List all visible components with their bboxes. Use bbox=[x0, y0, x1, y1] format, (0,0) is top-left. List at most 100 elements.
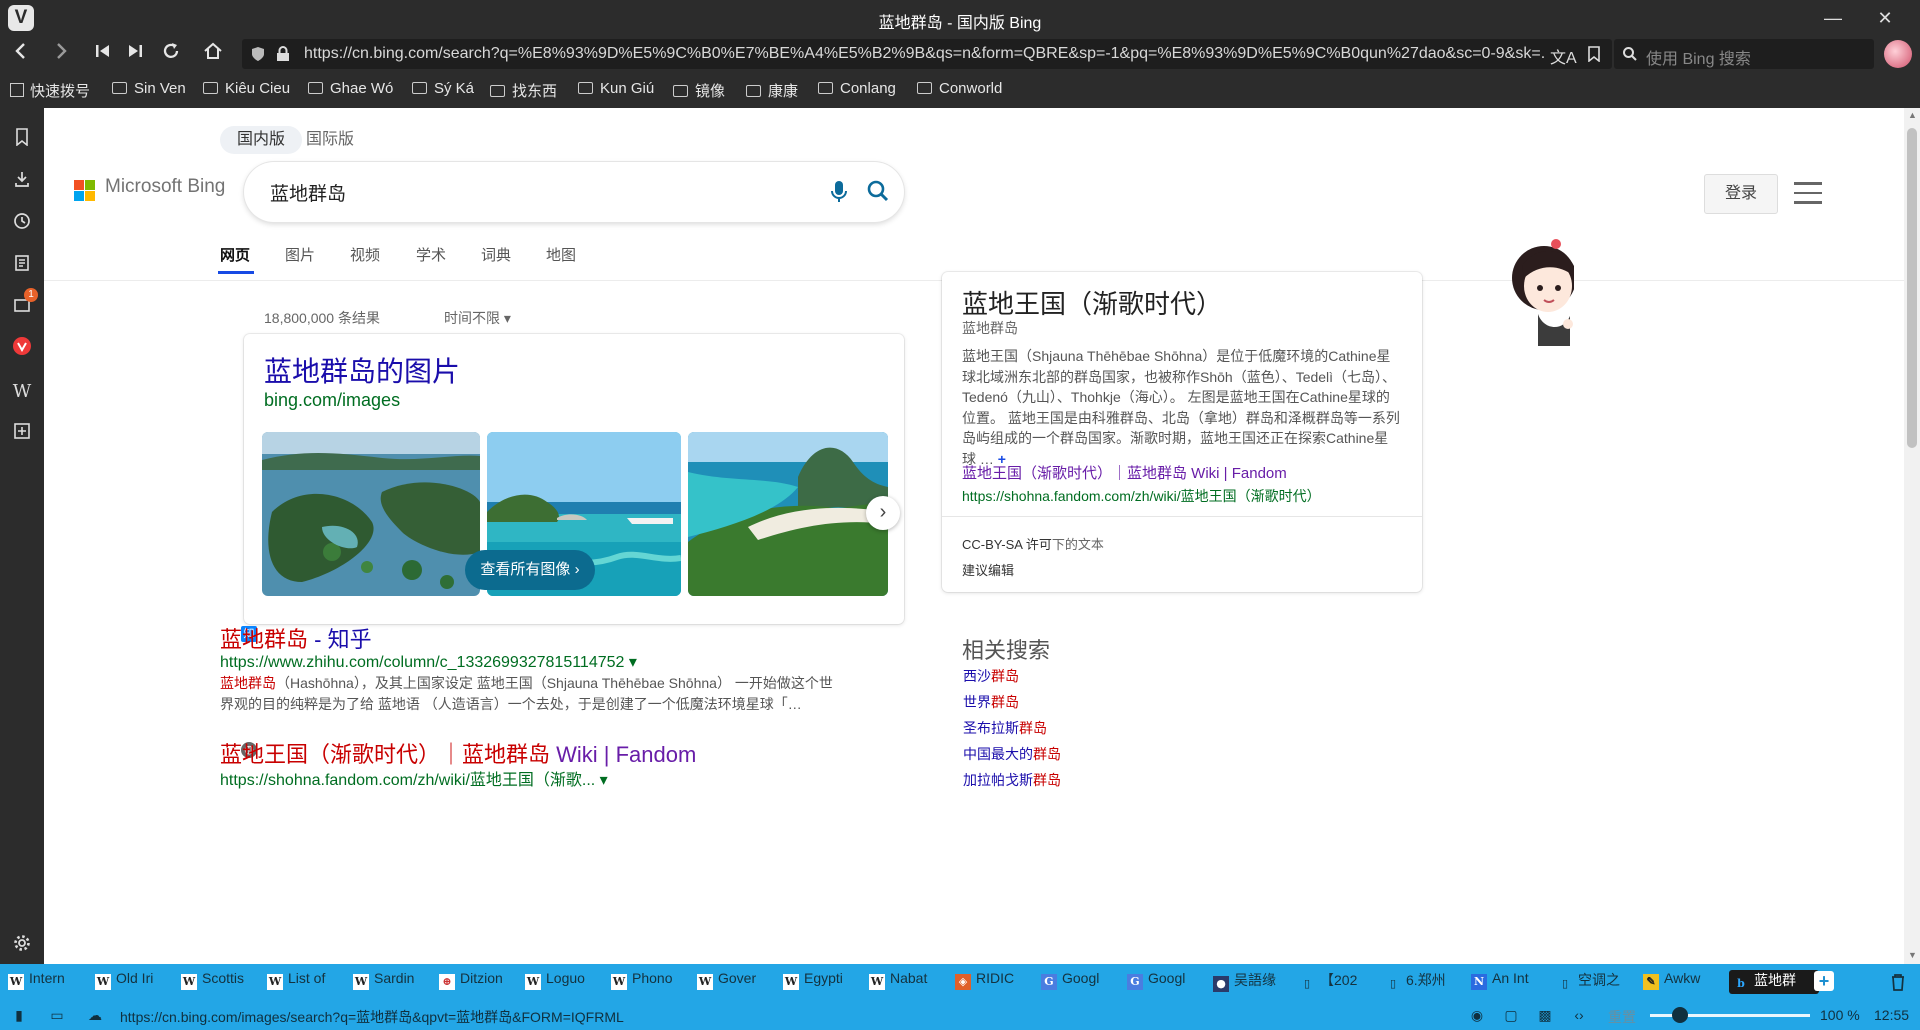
hamburger-menu-icon[interactable] bbox=[1794, 182, 1822, 206]
panel-history-icon[interactable] bbox=[8, 210, 36, 238]
browser-tab[interactable]: W Nabat bbox=[869, 970, 939, 994]
mascot-character-icon[interactable] bbox=[1504, 236, 1574, 346]
panel-settings-icon[interactable] bbox=[8, 932, 36, 960]
search-placeholder[interactable]: 使用 Bing 搜索 bbox=[1646, 45, 1751, 69]
bookmark-folder[interactable]: Sý Ká bbox=[412, 80, 474, 97]
address-text[interactable]: https://cn.bing.com/search?q=%E8%93%9D%E… bbox=[304, 45, 1544, 63]
panel-wikipedia-icon[interactable]: W bbox=[8, 378, 36, 406]
browser-tab[interactable]: W Old Iri bbox=[95, 970, 165, 994]
panel-bookmarks-icon[interactable] bbox=[8, 126, 36, 154]
microphone-icon[interactable] bbox=[830, 180, 848, 204]
browser-tab[interactable]: W Gover bbox=[697, 970, 767, 994]
tiling-icon[interactable]: ▭ bbox=[48, 1006, 66, 1024]
tab-maps[interactable]: 地图 bbox=[546, 244, 576, 265]
tab-academic[interactable]: 学术 bbox=[416, 244, 446, 265]
page-actions-icon[interactable]: ‹› bbox=[1570, 1006, 1588, 1024]
login-button[interactable]: 登录 bbox=[1704, 174, 1778, 214]
related-search-item[interactable]: 加拉帕戈斯群岛 bbox=[963, 770, 1061, 790]
bookmark-folder[interactable]: Sin Ven bbox=[112, 80, 186, 97]
tiling-toggle-icon[interactable]: ▢ bbox=[1502, 1006, 1520, 1024]
browser-tab[interactable]: ▯ 空调之 bbox=[1557, 970, 1627, 994]
panel-add-icon[interactable] bbox=[8, 420, 36, 448]
bookmark-folder[interactable]: 康康 bbox=[746, 80, 798, 101]
scope-tab-international[interactable]: 国际版 bbox=[289, 126, 371, 154]
kp-source-link[interactable]: 蓝地王国（渐歌时代）｜蓝地群岛 Wiki | Fandom bbox=[962, 462, 1287, 483]
browser-tab-active[interactable]: b 蓝地群 bbox=[1729, 970, 1819, 994]
bookmark-folder[interactable]: Conworld bbox=[917, 80, 1002, 97]
result-title[interactable]: 蓝地王国（渐歌时代）｜蓝地群岛 Wiki | Fandom bbox=[220, 737, 696, 769]
shield-icon[interactable] bbox=[250, 46, 266, 62]
bookmark-speed-dial[interactable]: 快速拨号 bbox=[10, 80, 90, 101]
result-url[interactable]: https://shohna.fandom.com/zh/wiki/蓝地王国（渐… bbox=[220, 766, 608, 790]
scrollbar-thumb[interactable] bbox=[1907, 128, 1917, 448]
images-card-source[interactable]: bing.com/images bbox=[264, 390, 400, 411]
home-button[interactable] bbox=[198, 40, 228, 68]
browser-tab[interactable]: W Egypti bbox=[783, 970, 853, 994]
tab-web[interactable]: 网页 bbox=[220, 244, 250, 265]
related-search-item[interactable]: 世界群岛 bbox=[963, 692, 1019, 712]
panel-vivaldi-icon[interactable] bbox=[8, 336, 36, 364]
forward-button[interactable] bbox=[46, 40, 76, 68]
image-thumbnail[interactable] bbox=[688, 432, 888, 596]
search-query[interactable]: 蓝地群岛 bbox=[270, 179, 346, 206]
bookmark-folder[interactable]: Conlang bbox=[818, 80, 896, 97]
zoom-slider-handle[interactable] bbox=[1672, 1007, 1688, 1023]
browser-tab[interactable]: G Googl bbox=[1041, 970, 1111, 994]
browser-tab[interactable]: W Scottis bbox=[181, 970, 251, 994]
time-filter-dropdown[interactable]: 时间不限 ▾ bbox=[444, 308, 511, 328]
license-link[interactable]: CC-BY-SA 许可 bbox=[962, 537, 1052, 552]
browser-tab[interactable]: ▯ 6.郑州 bbox=[1385, 970, 1455, 994]
bookmark-folder[interactable]: Ghae Wó bbox=[308, 80, 393, 97]
browser-tab[interactable]: ◈ RIDIC bbox=[955, 970, 1025, 994]
search-engine-box[interactable]: 使用 Bing 搜索 bbox=[1614, 39, 1874, 69]
search-icon[interactable] bbox=[866, 179, 890, 203]
images-toggle-icon[interactable]: ▩ bbox=[1536, 1006, 1554, 1024]
browser-tab[interactable]: ● 吴語缘 bbox=[1213, 970, 1283, 994]
result-title[interactable]: 蓝地群岛 - 知乎 bbox=[220, 622, 372, 654]
cloud-sync-icon[interactable]: ☁ bbox=[86, 1006, 104, 1024]
bookmark-folder[interactable]: Kun Giú bbox=[578, 80, 654, 97]
address-bar[interactable]: https://cn.bing.com/search?q=%E8%93%9D%E… bbox=[242, 39, 1612, 69]
panel-downloads-icon[interactable] bbox=[8, 168, 36, 196]
browser-tab[interactable]: W Phono bbox=[611, 970, 681, 994]
profile-avatar[interactable] bbox=[1884, 40, 1912, 68]
related-search-item[interactable]: 中国最大的群岛 bbox=[963, 744, 1061, 764]
related-search-item[interactable]: 圣布拉斯群岛 bbox=[963, 718, 1047, 738]
suggest-edit-link[interactable]: 建议编辑 bbox=[962, 560, 1014, 579]
next-images-arrow-icon[interactable]: › bbox=[866, 496, 900, 530]
bookmark-folder[interactable]: Kiêu Cieu bbox=[203, 80, 290, 97]
browser-tab[interactable]: W Sardin bbox=[353, 970, 423, 994]
translate-icon[interactable]: 文A bbox=[1550, 44, 1577, 68]
browser-tab[interactable]: ✎ Awkw bbox=[1643, 970, 1713, 994]
rewind-button[interactable] bbox=[88, 40, 118, 68]
tab-dictionary[interactable]: 词典 bbox=[481, 244, 511, 265]
browser-tab[interactable]: W List of bbox=[267, 970, 337, 994]
reload-button[interactable] bbox=[156, 40, 186, 68]
scroll-down-icon[interactable]: ▼ bbox=[1908, 950, 1917, 960]
trash-icon[interactable] bbox=[1890, 972, 1906, 992]
close-button[interactable]: ✕ bbox=[1866, 4, 1904, 32]
browser-tab[interactable]: ⊕ Ditzion bbox=[439, 970, 509, 994]
browser-tab[interactable]: N An Int bbox=[1471, 970, 1541, 994]
search-input[interactable]: 蓝地群岛 bbox=[244, 162, 904, 222]
capture-icon[interactable]: ◉ bbox=[1468, 1006, 1486, 1024]
bookmark-folder[interactable]: 镜像 bbox=[673, 80, 725, 101]
panel-window-icon[interactable]: 1 bbox=[8, 288, 38, 322]
kp-source-url[interactable]: https://shohna.fandom.com/zh/wiki/蓝地王国（渐… bbox=[962, 486, 1321, 506]
back-button[interactable] bbox=[6, 40, 36, 68]
image-thumbnail[interactable] bbox=[262, 432, 480, 596]
result-url[interactable]: https://www.zhihu.com/column/c_133269932… bbox=[220, 652, 637, 672]
scroll-up-icon[interactable]: ▲ bbox=[1908, 110, 1917, 120]
browser-tab[interactable]: W Loguo bbox=[525, 970, 595, 994]
see-all-images-button[interactable]: 查看所有图像 › bbox=[465, 550, 595, 590]
browser-tab[interactable]: G Googl bbox=[1127, 970, 1197, 994]
tab-videos[interactable]: 视频 bbox=[350, 244, 380, 265]
restore-button[interactable] bbox=[1816, 2, 1854, 30]
related-search-item[interactable]: 西沙群岛 bbox=[963, 666, 1019, 686]
lock-icon[interactable] bbox=[276, 46, 290, 62]
browser-tab[interactable]: W Intern bbox=[8, 970, 78, 994]
images-card-title[interactable]: 蓝地群岛的图片 bbox=[264, 350, 460, 390]
panel-toggle-icon[interactable]: ▮ bbox=[10, 1006, 28, 1024]
tab-images[interactable]: 图片 bbox=[285, 244, 315, 265]
fast-forward-button[interactable] bbox=[120, 40, 150, 68]
